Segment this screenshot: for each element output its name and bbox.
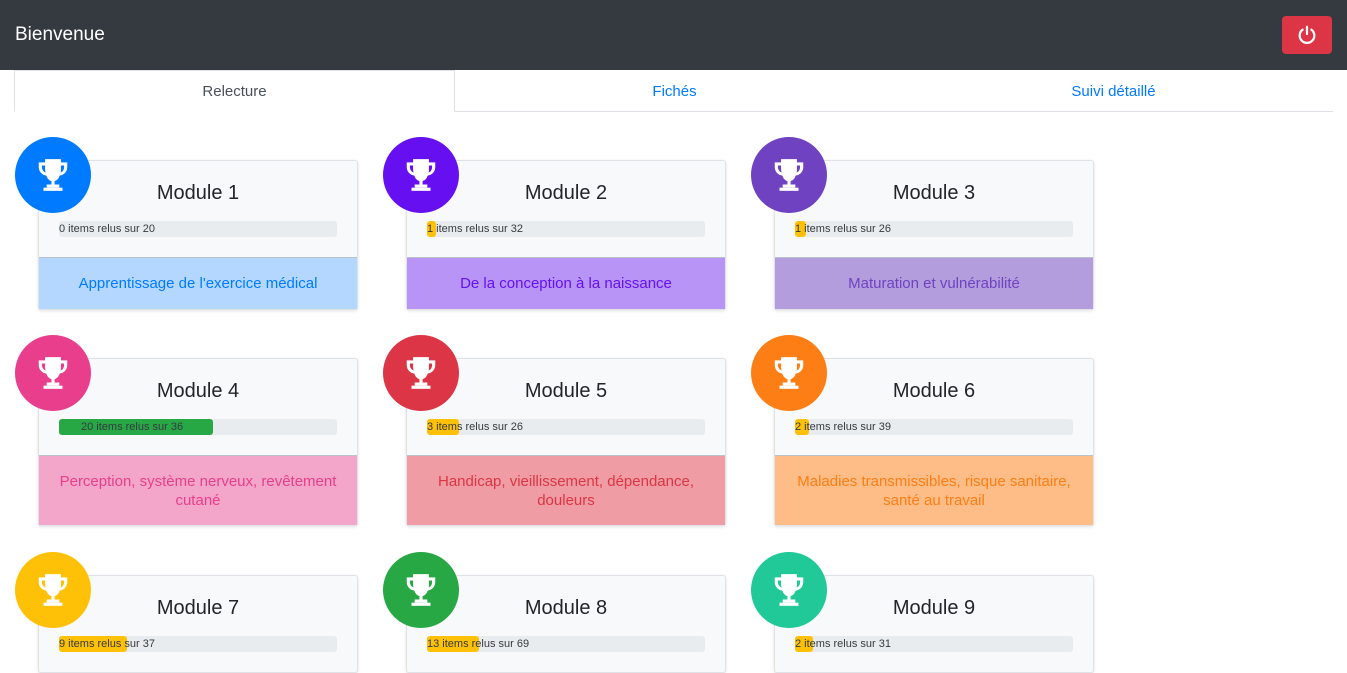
progress-bar: 13 items relus sur 69 <box>427 636 705 652</box>
top-navbar: Bienvenue <box>0 0 1347 70</box>
tab-suivi-detaille[interactable]: Suivi détaillé <box>894 70 1333 112</box>
logout-button[interactable] <box>1282 16 1332 54</box>
progress-bar: 0 items relus sur 20 <box>59 221 337 237</box>
progress-label: 1 items relus sur 32 <box>427 223 523 235</box>
progress-bar: 9 items relus sur 37 <box>59 636 337 652</box>
progress-bar: 2 items relus sur 39 <box>795 419 1073 435</box>
progress-bar: 1 items relus sur 32 <box>427 221 705 237</box>
module-badge <box>15 552 91 628</box>
progress-label: 1 items relus sur 26 <box>795 223 891 235</box>
module-subtitle: Maturation et vulnérabilité <box>775 257 1093 309</box>
progress-label: 0 items relus sur 20 <box>59 223 155 235</box>
trophy-icon <box>774 357 804 389</box>
progress-label: 2 items relus sur 31 <box>795 638 891 650</box>
module-badge <box>751 552 827 628</box>
progress-bar: 20 items relus sur 36 <box>59 419 337 435</box>
trophy-icon <box>38 574 68 606</box>
progress-bar: 1 items relus sur 26 <box>795 221 1073 237</box>
module-subtitle: Handicap, vieillissement, dépendance, do… <box>407 455 725 525</box>
module-subtitle: Apprentissage de l'exercice médical <box>39 257 357 309</box>
trophy-icon <box>406 159 436 191</box>
progress-label: 20 items relus sur 36 <box>81 421 184 433</box>
module-badge <box>383 552 459 628</box>
trophy-icon <box>406 357 436 389</box>
tab-relecture[interactable]: Relecture <box>14 70 455 112</box>
progress-label: 3 items relus sur 26 <box>427 421 523 433</box>
trophy-icon <box>774 159 804 191</box>
module-badge <box>751 335 827 411</box>
progress-label: 9 items relus sur 37 <box>59 638 155 650</box>
module-subtitle: Maladies transmissibles, risque sanitair… <box>775 455 1093 525</box>
module-badge <box>383 137 459 213</box>
progress-label: 13 items relus sur 69 <box>427 638 530 650</box>
module-badge <box>15 137 91 213</box>
progress-bar: 3 items relus sur 26 <box>427 419 705 435</box>
progress-label: 2 items relus sur 39 <box>795 421 891 433</box>
module-badge <box>15 335 91 411</box>
tab-bar: Relecture Fichés Suivi détaillé <box>14 70 1333 112</box>
progress-bar: 2 items relus sur 31 <box>795 636 1073 652</box>
module-badge <box>383 335 459 411</box>
module-badge <box>751 137 827 213</box>
module-subtitle: De la conception à la naissance <box>407 257 725 309</box>
trophy-icon <box>38 159 68 191</box>
module-subtitle: Perception, système nerveux, revêtement … <box>39 455 357 525</box>
power-icon <box>1298 25 1316 44</box>
trophy-icon <box>38 357 68 389</box>
tab-fiches[interactable]: Fichés <box>455 70 894 112</box>
trophy-icon <box>406 574 436 606</box>
brand-title: Bienvenue <box>15 24 105 45</box>
trophy-icon <box>774 574 804 606</box>
